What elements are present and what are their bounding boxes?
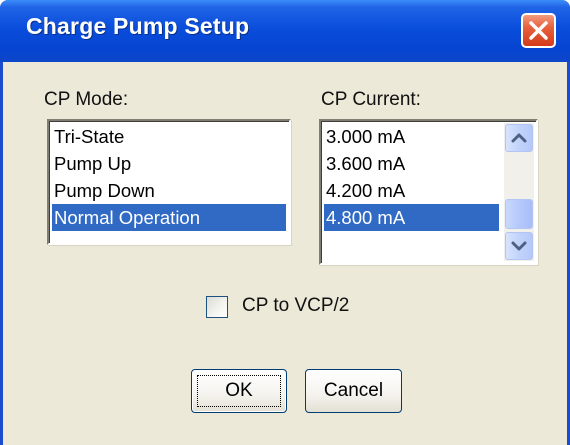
cp-to-vcp2-checkbox[interactable] xyxy=(206,296,228,318)
close-button[interactable] xyxy=(521,13,556,48)
cp-current-item-3000[interactable]: 3.000 mA xyxy=(324,123,499,150)
ok-button[interactable]: OK xyxy=(191,369,287,413)
scroll-down-button[interactable] xyxy=(505,232,533,260)
cp-current-label: CP Current: xyxy=(321,89,421,110)
scroll-thumb[interactable] xyxy=(505,199,533,229)
cp-mode-item-normal-operation[interactable]: Normal Operation xyxy=(52,204,286,231)
cp-to-vcp2-label[interactable]: CP to VCP/2 xyxy=(242,295,349,317)
scroll-up-button[interactable] xyxy=(505,124,533,152)
cp-current-item-4200[interactable]: 4.200 mA xyxy=(324,177,499,204)
title-bar[interactable]: Charge Pump Setup xyxy=(0,0,570,62)
cancel-button[interactable]: Cancel xyxy=(305,369,402,413)
close-icon xyxy=(529,21,548,40)
cp-current-item-3600[interactable]: 3.600 mA xyxy=(324,150,499,177)
cancel-button-label: Cancel xyxy=(323,380,384,401)
chevron-up-icon xyxy=(511,133,527,143)
cp-mode-label: CP Mode: xyxy=(44,89,129,110)
cp-mode-item-pump-up[interactable]: Pump Up xyxy=(52,150,286,177)
ok-button-label: OK xyxy=(225,380,253,401)
cp-current-scrollbar[interactable] xyxy=(504,123,534,261)
cp-current-item-4800[interactable]: 4.800 mA xyxy=(324,204,499,231)
cp-current-listbox[interactable]: 3.000 mA 3.600 mA 4.200 mA 4.800 mA xyxy=(319,119,538,265)
cp-mode-item-pump-down[interactable]: Pump Down xyxy=(52,177,286,204)
cp-mode-item-tri-state[interactable]: Tri-State xyxy=(52,123,286,150)
charge-pump-setup-dialog: Charge Pump Setup CP Mode: Tri-State Pum… xyxy=(0,0,570,445)
dialog-body: CP Mode: Tri-State Pump Up Pump Down Nor… xyxy=(3,62,567,445)
cp-mode-listbox[interactable]: Tri-State Pump Up Pump Down Normal Opera… xyxy=(47,119,291,245)
chevron-down-icon xyxy=(511,241,527,251)
dialog-title: Charge Pump Setup xyxy=(26,13,250,39)
